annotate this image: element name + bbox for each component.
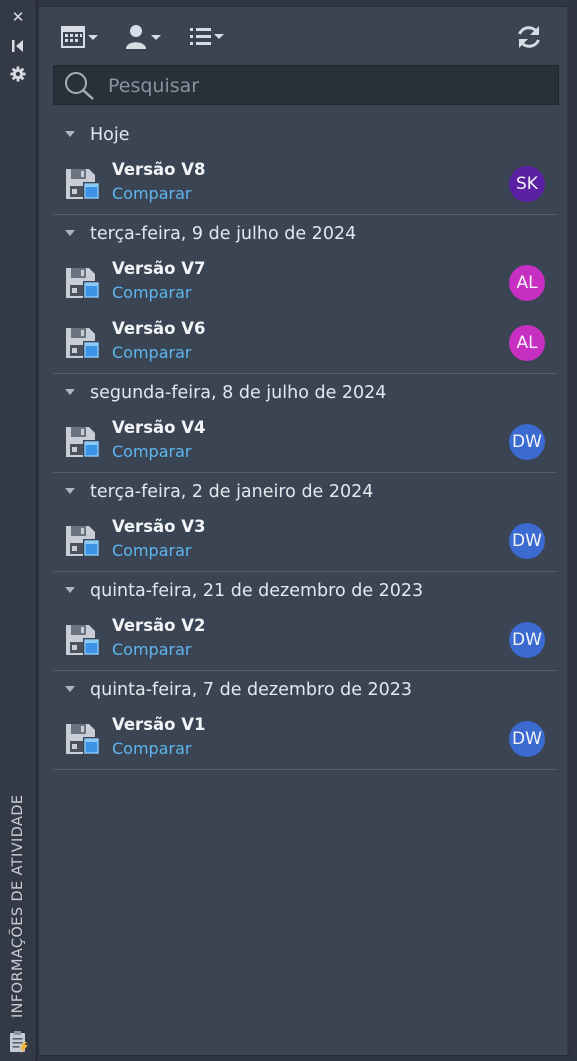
toolbar [39, 7, 569, 65]
group-title: quinta-feira, 21 de dezembro de 2023 [90, 581, 424, 601]
group-title: terça-feira, 9 de julho de 2024 [90, 224, 357, 244]
version-file-icon [65, 523, 101, 559]
compare-link[interactable]: Comparar [112, 343, 191, 362]
calendar-filter-icon[interactable] [61, 23, 101, 51]
side-strip: ✕ INFORMAÇÕES DE ATIVIDADE [0, 0, 37, 1061]
version-row[interactable]: Versão V8 Comparar SK [39, 154, 569, 214]
version-row[interactable]: Versão V7 Comparar AL [39, 253, 569, 313]
compare-link[interactable]: Comparar [112, 283, 191, 302]
version-file-icon [65, 721, 101, 757]
group-header[interactable]: quinta-feira, 21 de dezembro de 2023 [39, 572, 569, 610]
version-row[interactable]: Versão V2 Comparar DW [39, 610, 569, 670]
user-filter-icon[interactable] [125, 23, 165, 51]
group-header[interactable]: terça-feira, 9 de julho de 2024 [39, 215, 569, 253]
avatar: AL [509, 265, 545, 301]
version-name: Versão V2 [112, 616, 206, 635]
avatar: DW [509, 721, 545, 757]
compare-link[interactable]: Comparar [112, 739, 191, 758]
gear-icon[interactable] [9, 65, 27, 83]
chevron-down-icon [65, 686, 75, 692]
group-title: segunda-feira, 8 de julho de 2024 [90, 383, 387, 403]
version-file-icon [65, 424, 101, 460]
version-file-icon [65, 166, 101, 202]
version-row[interactable]: Versão V6 Comparar AL [39, 313, 569, 373]
chevron-down-icon [65, 230, 75, 236]
search-icon [65, 72, 94, 100]
list-view-icon[interactable] [189, 23, 229, 51]
group-header[interactable]: terça-feira, 2 de janeiro de 2024 [39, 473, 569, 511]
group-title: Hoje [90, 125, 130, 145]
search-input[interactable] [106, 66, 550, 106]
group-header[interactable]: segunda-feira, 8 de julho de 2024 [39, 374, 569, 412]
divider [53, 769, 557, 770]
version-file-icon [65, 265, 101, 301]
version-file-icon [65, 325, 101, 361]
version-list: Hoje Versão V8 Comparar SK terça-feira, … [39, 116, 569, 770]
chevron-down-icon [65, 587, 75, 593]
palette-title: INFORMAÇÕES DE ATIVIDADE [10, 794, 26, 1018]
group-title: quinta-feira, 7 de dezembro de 2023 [90, 680, 413, 700]
group-title: terça-feira, 2 de janeiro de 2024 [90, 482, 374, 502]
version-row[interactable]: Versão V3 Comparar DW [39, 511, 569, 571]
version-name: Versão V1 [112, 715, 206, 734]
collapse-left-icon[interactable] [9, 37, 27, 55]
version-name: Versão V3 [112, 517, 206, 536]
avatar: AL [509, 325, 545, 361]
avatar: DW [509, 424, 545, 460]
avatar: DW [509, 523, 545, 559]
group-header[interactable]: quinta-feira, 7 de dezembro de 2023 [39, 671, 569, 709]
activity-panel: Hoje Versão V8 Comparar SK terça-feira, … [38, 6, 570, 1056]
version-row[interactable]: Versão V4 Comparar DW [39, 412, 569, 472]
version-name: Versão V8 [112, 160, 206, 179]
scrollbar-track[interactable] [567, 7, 569, 1055]
version-name: Versão V7 [112, 259, 206, 278]
compare-link[interactable]: Comparar [112, 640, 191, 659]
avatar: DW [509, 622, 545, 658]
chevron-down-icon [65, 131, 75, 137]
version-row[interactable]: Versão V1 Comparar DW [39, 709, 569, 769]
version-name: Versão V4 [112, 418, 206, 437]
activity-insights-icon[interactable] [8, 1030, 30, 1054]
search-box[interactable] [53, 65, 559, 106]
compare-link[interactable]: Comparar [112, 442, 191, 461]
group-header[interactable]: Hoje [39, 116, 569, 154]
compare-link[interactable]: Comparar [112, 541, 191, 560]
chevron-down-icon [65, 389, 75, 395]
close-icon[interactable]: ✕ [9, 8, 27, 26]
version-name: Versão V6 [112, 319, 206, 338]
compare-link[interactable]: Comparar [112, 184, 191, 203]
chevron-down-icon [65, 488, 75, 494]
avatar: SK [509, 166, 545, 202]
version-file-icon [65, 622, 101, 658]
refresh-icon[interactable] [515, 23, 543, 51]
